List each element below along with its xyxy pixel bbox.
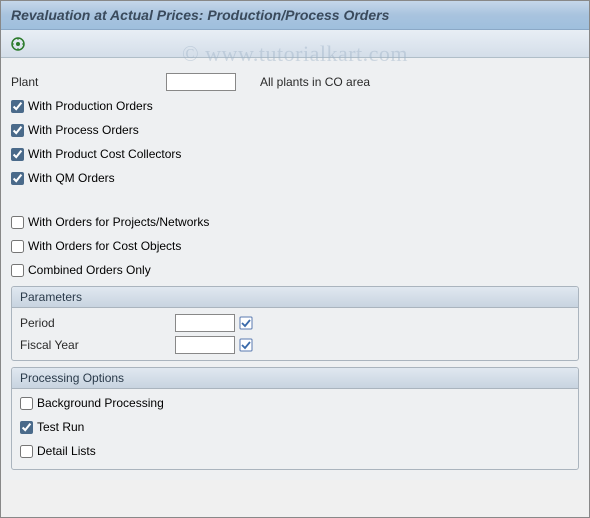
background-processing-checkbox[interactable]	[20, 397, 33, 410]
combined-orders-only-row: Combined Orders Only	[11, 260, 579, 280]
with-production-orders-row: With Production Orders	[11, 96, 579, 116]
with-product-cost-collectors-checkbox[interactable]	[11, 148, 24, 161]
with-qm-orders-row: With QM Orders	[11, 168, 579, 188]
title-bar: Revaluation at Actual Prices: Production…	[1, 1, 589, 30]
with-orders-cost-objects-label: With Orders for Cost Objects	[28, 239, 181, 253]
processing-options-header: Processing Options	[12, 368, 578, 389]
with-process-orders-label: With Process Orders	[28, 123, 139, 137]
processing-options-group: Processing Options Background Processing…	[11, 367, 579, 470]
with-process-orders-checkbox[interactable]	[11, 124, 24, 137]
plant-note: All plants in CO area	[260, 75, 370, 89]
fiscal-year-label: Fiscal Year	[20, 338, 175, 352]
detail-lists-row: Detail Lists	[20, 441, 570, 461]
required-icon	[239, 338, 253, 352]
period-input[interactable]	[175, 314, 235, 332]
with-product-cost-collectors-row: With Product Cost Collectors	[11, 144, 579, 164]
plant-label: Plant	[11, 75, 166, 89]
parameters-header: Parameters	[12, 287, 578, 308]
with-product-cost-collectors-label: With Product Cost Collectors	[28, 147, 181, 161]
with-production-orders-label: With Production Orders	[28, 99, 153, 113]
with-orders-projects-row: With Orders for Projects/Networks	[11, 212, 579, 232]
period-row: Period	[20, 312, 570, 334]
combined-orders-only-label: Combined Orders Only	[28, 263, 151, 277]
plant-input[interactable]	[166, 73, 236, 91]
background-processing-row: Background Processing	[20, 393, 570, 413]
test-run-row: Test Run	[20, 417, 570, 437]
with-orders-cost-objects-checkbox[interactable]	[11, 240, 24, 253]
with-orders-cost-objects-row: With Orders for Cost Objects	[11, 236, 579, 256]
test-run-checkbox[interactable]	[20, 421, 33, 434]
with-production-orders-checkbox[interactable]	[11, 100, 24, 113]
plant-row: Plant All plants in CO area	[11, 72, 579, 92]
content-area: Plant All plants in CO area With Product…	[1, 58, 589, 480]
with-process-orders-row: With Process Orders	[11, 120, 579, 140]
with-orders-projects-label: With Orders for Projects/Networks	[28, 215, 209, 229]
execute-icon[interactable]	[9, 35, 27, 53]
period-label: Period	[20, 316, 175, 330]
page-title: Revaluation at Actual Prices: Production…	[11, 7, 579, 23]
required-icon	[239, 316, 253, 330]
background-processing-label: Background Processing	[37, 396, 164, 410]
fiscal-year-input[interactable]	[175, 336, 235, 354]
toolbar	[1, 30, 589, 58]
parameters-group: Parameters Period Fiscal Year	[11, 286, 579, 361]
fiscal-year-row: Fiscal Year	[20, 334, 570, 356]
detail-lists-checkbox[interactable]	[20, 445, 33, 458]
combined-orders-only-checkbox[interactable]	[11, 264, 24, 277]
with-qm-orders-checkbox[interactable]	[11, 172, 24, 185]
with-qm-orders-label: With QM Orders	[28, 171, 115, 185]
test-run-label: Test Run	[37, 420, 84, 434]
detail-lists-label: Detail Lists	[37, 444, 96, 458]
with-orders-projects-checkbox[interactable]	[11, 216, 24, 229]
